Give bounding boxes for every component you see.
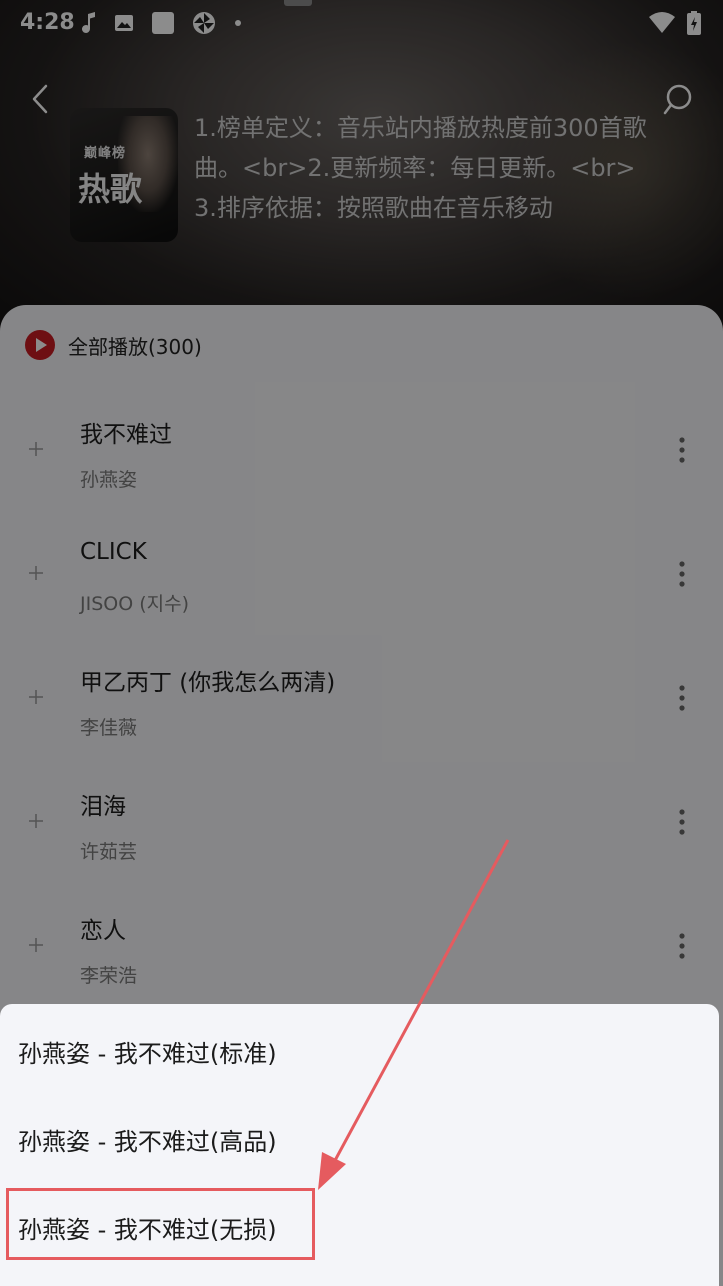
quality-option-standard[interactable]: 孙燕姿 - 我不难过(标准)	[18, 1034, 277, 1069]
quality-option-high[interactable]: 孙燕姿 - 我不难过(高品)	[18, 1122, 277, 1157]
quality-picker-sheet: 孙燕姿 - 我不难过(标准) 孙燕姿 - 我不难过(高品) 孙燕姿 - 我不难过…	[0, 1004, 719, 1286]
annotation-highlight-box	[6, 1188, 315, 1260]
